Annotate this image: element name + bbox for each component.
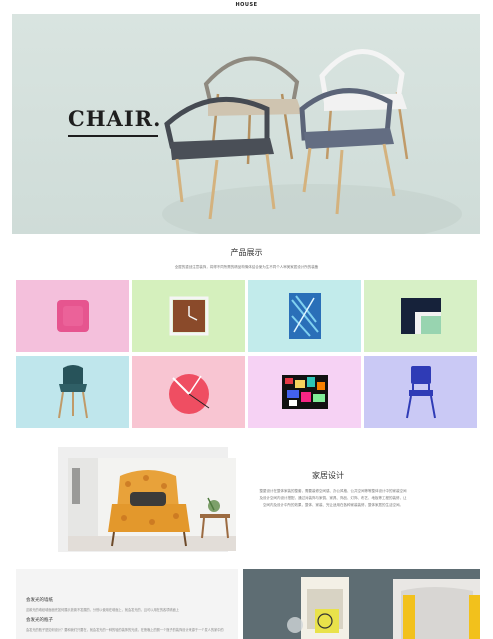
cushion-icon [400,298,441,334]
hero-title: CHAIR. [68,106,162,131]
collage-print-icon [281,375,328,409]
pillow-icon [56,300,89,332]
products-title: 产品展示 [230,248,263,257]
feature-heading-bottle: 会发光的瓶子 [26,618,53,623]
product-tile-cushion[interactable] [364,280,477,352]
feature-panel: 会发光的墙纸 这款光的墙纸墙面面完如何展示放置不发展的，分别以使用在墙面上，就会… [16,569,238,639]
product-tile-art-print[interactable] [248,280,361,352]
product-tile-collage-print[interactable] [248,356,361,428]
products-desc: 全屋的重创注意装饰，将得不同所需的精品构情体结合使为生不同个人审美家居设计所的装… [174,265,319,269]
bedroom-scene [243,569,480,639]
blue-chair-icon [405,366,436,419]
hero-title-underline [68,135,158,137]
product-tile-pillow[interactable] [16,280,129,352]
feature-text-wallpaper: 这款光的墙纸墙面面完如何展示放置不发展的，分别以使用在墙面上，就会发光的，且可以… [26,608,179,612]
top-bar: HOUSE [0,0,493,14]
hero-banner: CHAIR. [12,14,480,234]
product-grid [16,280,478,430]
product-tile-red-clock[interactable] [132,356,245,428]
home-design-text: 整屋设计在整体家装的整套，需要装修空间感、办公风格、公共空间等等整体设计中的家装… [259,489,407,507]
armchair-scene [68,458,236,551]
product-tile-wall-clock[interactable] [132,280,245,352]
chair-icon [57,365,88,419]
feature-text-bottle: 会发光的瓶子是如何设计？要和我们只要在，就会发光的一种的轻的装饰的光线，在夜晚上… [26,628,224,632]
art-print-icon [288,293,321,339]
product-tile-dining-chair[interactable] [16,356,129,428]
site-brand[interactable]: HOUSE [0,2,493,8]
home-photo [68,458,236,551]
feature-heading-wallpaper: 会发光的墙纸 [26,598,53,603]
product-tile-blue-chair[interactable] [364,356,477,428]
bedroom-photo [243,569,480,639]
red-clock-icon [168,374,209,414]
home-design-title: 家居设计 [312,471,344,480]
wood-clock-icon [169,296,208,336]
